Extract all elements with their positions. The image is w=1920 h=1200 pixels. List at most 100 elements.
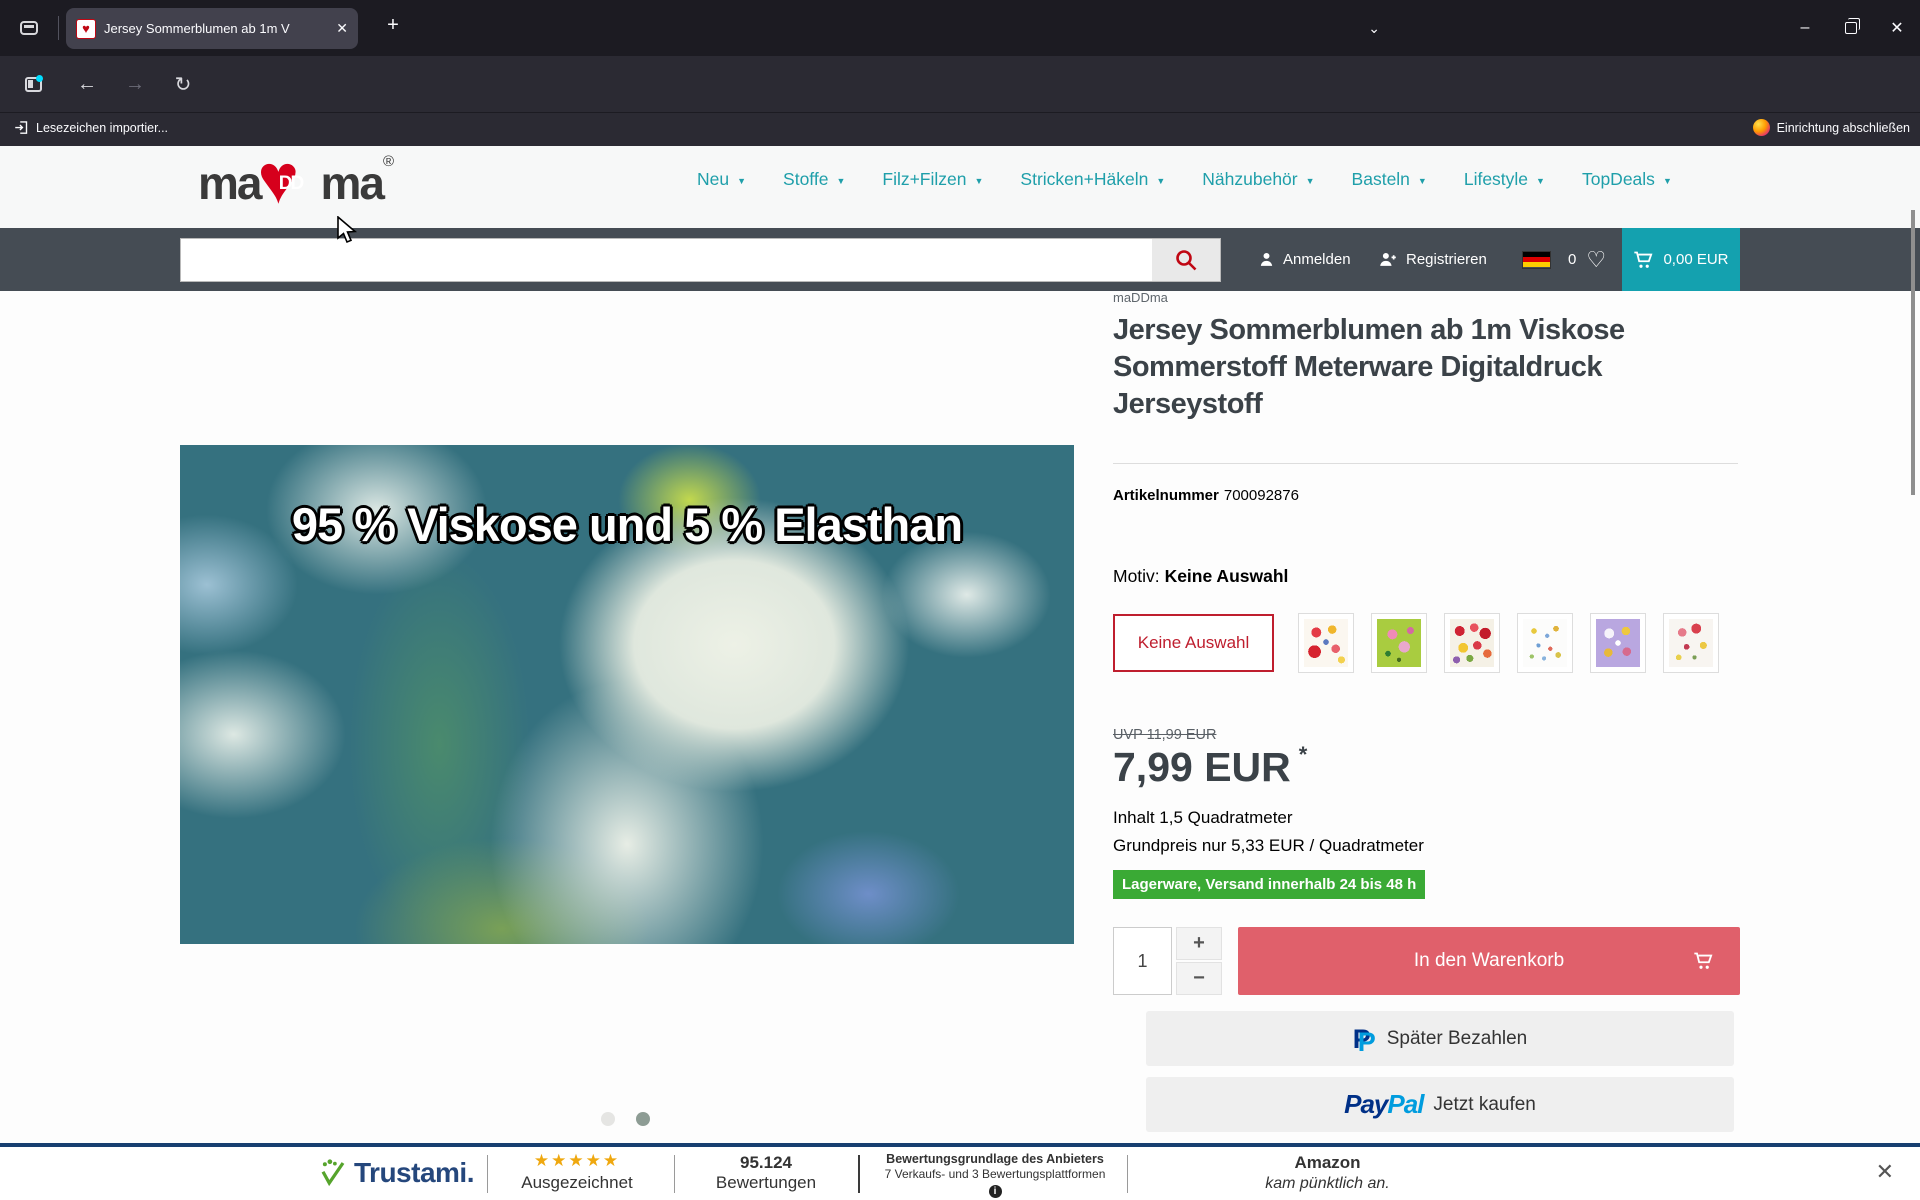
cart-button[interactable]: 0,00 EUR <box>1622 228 1740 291</box>
trustami-check-icon <box>318 1158 348 1188</box>
finish-setup-button[interactable]: Einrichtung abschließen <box>1753 119 1910 136</box>
tab-separator <box>58 16 59 40</box>
motiv-value: Keine Auswahl <box>1165 566 1289 586</box>
cart-icon <box>1633 250 1654 270</box>
logo-text-right: ma <box>320 152 382 214</box>
browser-tab[interactable]: ♥ Jersey Sommerblumen ab 1m V ✕ <box>66 8 358 49</box>
uvp-price: UVP 11,99 EUR <box>1113 727 1216 743</box>
site-favicon-heart-icon: ♥ <box>76 19 96 39</box>
browser-tab-bar: ♥ Jersey Sommerblumen ab 1m V ✕ + ⌄ – ✕ <box>0 0 1920 56</box>
base-price: Grundpreis nur 5,33 EUR / Quadratmeter <box>1113 836 1424 856</box>
sku-label: Artikelnummer <box>1113 487 1219 504</box>
sidebar-icon[interactable] <box>18 70 48 98</box>
product-title: Jersey Sommerblumen ab 1m Viskose Sommer… <box>1113 312 1658 423</box>
nav-item-topdeals[interactable]: TopDeals▼ <box>1582 169 1672 190</box>
back-icon[interactable]: ← <box>72 70 102 98</box>
quantity-stepper: + − <box>1176 927 1222 995</box>
trustami-review-count: 95.124Bewertungen <box>700 1153 832 1193</box>
nav-item-neu[interactable]: Neu▼ <box>697 169 746 190</box>
nav-item-naehzubehoer[interactable]: Nähzubehör▼ <box>1202 169 1314 190</box>
firefox-logo-icon <box>1753 119 1770 136</box>
divider <box>1113 463 1738 464</box>
nav-item-filz-filzen[interactable]: Filz+Filzen▼ <box>882 169 983 190</box>
paypal-buy-now-button[interactable]: PayPal Jetzt kaufen <box>1146 1077 1734 1132</box>
search-icon <box>1174 248 1198 272</box>
tab-list-chevron-icon[interactable]: ⌄ <box>1368 0 1380 56</box>
caret-down-icon: ▼ <box>737 174 746 186</box>
trustami-logo[interactable]: Trustami. <box>318 1157 474 1189</box>
quantity-decrease-button[interactable]: − <box>1176 962 1222 995</box>
variant-thumb-4[interactable] <box>1517 613 1573 673</box>
language-flag-germany[interactable] <box>1522 228 1551 291</box>
trustbar-close-icon[interactable]: ✕ <box>1876 1159 1894 1185</box>
caret-down-icon: ▼ <box>1663 174 1672 186</box>
caret-down-icon: ▼ <box>1156 174 1165 186</box>
restore-icon <box>1845 22 1857 34</box>
trustami-review-quote: Amazon kam pünktlich an. <box>1200 1153 1455 1193</box>
logo-text-left: ma <box>198 152 260 214</box>
tab-close-icon[interactable]: ✕ <box>336 20 348 37</box>
restore-button[interactable] <box>1828 0 1874 56</box>
variant-selector: Keine Auswahl <box>1113 613 1736 673</box>
register-link[interactable]: Registrieren <box>1378 228 1487 291</box>
variant-none-button[interactable]: Keine Auswahl <box>1113 614 1274 672</box>
new-tab-button[interactable]: + <box>378 14 408 37</box>
paypal-logo: PayPal <box>1344 1089 1423 1120</box>
caret-down-icon: ▼ <box>1418 174 1427 186</box>
quantity-input[interactable] <box>1113 927 1172 995</box>
carousel-dots <box>601 1112 650 1126</box>
paypal-p-icon: PP <box>1353 1024 1377 1054</box>
sku-row: Artikelnummer700092876 <box>1113 487 1299 504</box>
reload-icon[interactable]: ↻ <box>168 70 198 98</box>
heart-outline-icon: ♡ <box>1586 247 1606 273</box>
breadcrumb-brand[interactable]: maDDma <box>1113 290 1168 305</box>
minimize-button[interactable]: – <box>1782 0 1828 56</box>
forward-icon[interactable]: → <box>120 70 150 98</box>
carousel-dot-1[interactable] <box>601 1112 615 1126</box>
add-to-cart-button[interactable]: In den Warenkorb <box>1238 927 1740 995</box>
variant-thumb-5[interactable] <box>1590 613 1646 673</box>
add-to-cart-row: + − In den Warenkorb <box>1113 927 1740 995</box>
tab-title: Jersey Sommerblumen ab 1m V <box>104 21 316 36</box>
cart-icon <box>1693 951 1714 971</box>
nav-item-stricken-haekeln[interactable]: Stricken+Häkeln▼ <box>1020 169 1165 190</box>
firefox-view-icon[interactable] <box>12 12 46 44</box>
page-scrollbar[interactable] <box>1911 210 1915 495</box>
rating-label: Ausgezeichnet <box>512 1173 642 1193</box>
wishlist-link[interactable]: 0 ♡ <box>1568 228 1606 291</box>
info-icon[interactable]: i <box>989 1185 1002 1198</box>
window-controls: – ✕ <box>1782 0 1920 56</box>
site-header-bar: Anmelden Registrieren 0 ♡ 0,00 EUR <box>0 228 1920 291</box>
motiv-row: Motiv: Keine Auswahl <box>1113 566 1288 587</box>
paypal-pay-later-button[interactable]: PP Später Bezahlen <box>1146 1011 1734 1066</box>
variant-thumb-3[interactable] <box>1444 613 1500 673</box>
firefox-view-glyph <box>20 21 38 35</box>
trustami-bar: Trustami. ★★★★★ Ausgezeichnet 95.124Bewe… <box>0 1143 1920 1200</box>
carousel-dot-2[interactable] <box>636 1112 650 1126</box>
mouse-cursor <box>336 216 362 246</box>
trustami-rating: ★★★★★ Ausgezeichnet <box>512 1151 642 1193</box>
variant-thumb-2[interactable] <box>1371 613 1427 673</box>
quantity-increase-button[interactable]: + <box>1176 927 1222 960</box>
variant-thumb-1[interactable] <box>1298 613 1354 673</box>
caret-down-icon: ▼ <box>1536 174 1545 186</box>
search-input[interactable] <box>180 238 1153 282</box>
price-asterisk: * <box>1299 742 1308 767</box>
nav-item-lifestyle[interactable]: Lifestyle▼ <box>1464 169 1545 190</box>
nav-item-basteln[interactable]: Basteln▼ <box>1352 169 1427 190</box>
person-icon <box>1258 251 1275 268</box>
import-bookmarks-button[interactable]: Lesezeichen importier... <box>14 120 168 135</box>
login-link[interactable]: Anmelden <box>1258 228 1351 291</box>
german-flag-icon <box>1522 251 1551 269</box>
close-window-button[interactable]: ✕ <box>1874 0 1920 56</box>
notification-dot <box>36 75 43 82</box>
nav-item-stoffe[interactable]: Stoffe▼ <box>783 169 845 190</box>
site-logo[interactable]: ma ♥ DD ma ® <box>198 152 394 214</box>
search-button[interactable] <box>1152 238 1221 282</box>
logo-heart-icon: ♥ DD <box>261 152 319 214</box>
variant-thumb-6[interactable] <box>1663 613 1719 673</box>
logo-registered-mark: ® <box>383 152 394 172</box>
product-image[interactable]: 95 % Viskose und 5 % Elasthan <box>180 445 1074 944</box>
product-price: 7,99 EUR* <box>1113 744 1299 791</box>
person-plus-icon <box>1378 251 1398 268</box>
